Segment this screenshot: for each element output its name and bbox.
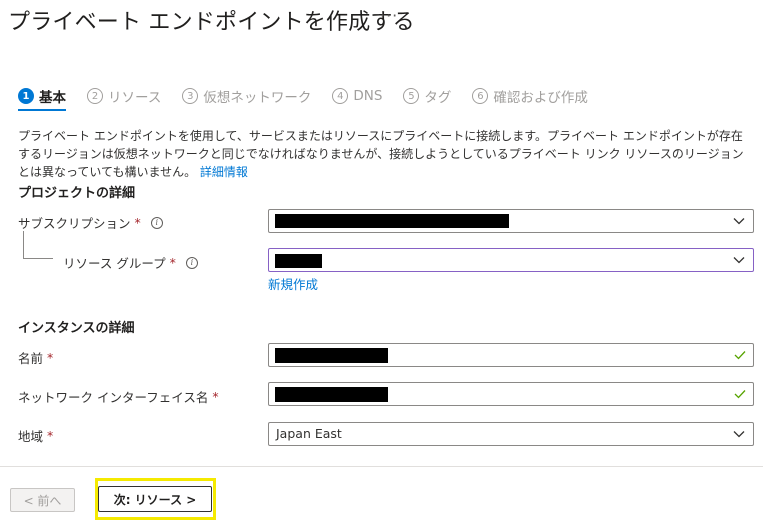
tab-basics[interactable]: 1 基本	[18, 86, 66, 111]
tree-connector	[23, 231, 24, 259]
checkmark-icon	[734, 351, 746, 360]
required-mark: *	[47, 428, 54, 443]
tree-connector	[23, 258, 53, 259]
required-mark: *	[134, 215, 141, 230]
previous-button: < 前へ	[10, 488, 75, 512]
required-mark: *	[169, 255, 176, 270]
tab-tags[interactable]: 5 タグ	[403, 86, 451, 106]
region-value: Japan East	[276, 426, 342, 441]
learn-more-link[interactable]: 詳細情報	[200, 165, 248, 179]
resource-group-label: リソース グループ * i	[63, 253, 198, 272]
subscription-label: サブスクリプション * i	[18, 213, 163, 232]
step-number-badge: 2	[87, 88, 103, 104]
page-title: プライベート エンドポイントを作成する	[8, 10, 415, 35]
nic-name-label: ネットワーク インターフェイス名 *	[18, 387, 219, 406]
project-details-heading: プロジェクトの詳細	[18, 186, 136, 201]
resource-group-dropdown[interactable]	[268, 248, 754, 272]
step-number-badge: 6	[472, 88, 489, 104]
description-text: プライベート エンドポイントを使用して、サービスまたはリソースにプライベートに接…	[18, 129, 744, 179]
info-icon[interactable]: i	[150, 216, 163, 229]
region-label: 地域 *	[18, 426, 53, 445]
step-number-badge: 5	[403, 88, 420, 104]
tab-label: DNS	[353, 88, 383, 104]
name-label-text: 名前	[18, 351, 44, 366]
tab-label: 確認および作成	[493, 90, 588, 106]
chevron-down-icon	[733, 257, 745, 264]
nic-name-label-text: ネットワーク インターフェイス名	[18, 390, 209, 405]
resource-group-label-text: リソース グループ	[63, 256, 166, 271]
tab-dns[interactable]: 4 DNS	[332, 86, 382, 106]
redacted-value	[275, 254, 322, 268]
required-mark: *	[47, 350, 54, 365]
chevron-down-icon	[733, 218, 745, 225]
checkmark-icon	[734, 390, 746, 399]
subscription-label-text: サブスクリプション	[18, 216, 131, 231]
tab-review-create[interactable]: 6 確認および作成	[472, 86, 588, 106]
instance-details-heading: インスタンスの詳細	[18, 321, 135, 336]
region-dropdown[interactable]: Japan East	[268, 422, 754, 446]
redacted-value	[275, 387, 388, 402]
tab-virtual-network[interactable]: 3 仮想ネットワーク	[182, 86, 311, 106]
redacted-value	[275, 348, 388, 363]
next-resource-button[interactable]: 次: リソース >	[98, 486, 212, 512]
create-new-link[interactable]: 新規作成	[268, 274, 318, 293]
wizard-tabs: 1 基本 2 リソース 3 仮想ネットワーク 4 DNS 5 タグ 6 確認およ…	[18, 86, 609, 112]
ellipsis-icon[interactable]: ···	[380, 6, 398, 25]
name-input[interactable]	[268, 343, 754, 367]
description: プライベート エンドポイントを使用して、サービスまたはリソースにプライベートに接…	[18, 127, 748, 181]
tab-resource[interactable]: 2 リソース	[87, 86, 161, 106]
redacted-value	[275, 214, 509, 228]
tab-label: 仮想ネットワーク	[203, 90, 312, 106]
region-label-text: 地域	[18, 429, 44, 444]
tab-label: リソース	[108, 90, 162, 106]
subscription-dropdown[interactable]	[268, 209, 754, 233]
step-number-badge: 1	[18, 88, 34, 104]
required-mark: *	[212, 389, 219, 404]
nic-name-input[interactable]	[268, 382, 754, 406]
chevron-down-icon	[733, 431, 745, 438]
name-label: 名前 *	[18, 348, 53, 367]
step-number-badge: 4	[332, 88, 349, 104]
tab-label: 基本	[39, 90, 66, 106]
step-number-badge: 3	[182, 88, 199, 104]
tab-label: タグ	[424, 90, 452, 106]
footer-divider	[0, 466, 763, 467]
info-icon[interactable]: i	[185, 256, 198, 269]
